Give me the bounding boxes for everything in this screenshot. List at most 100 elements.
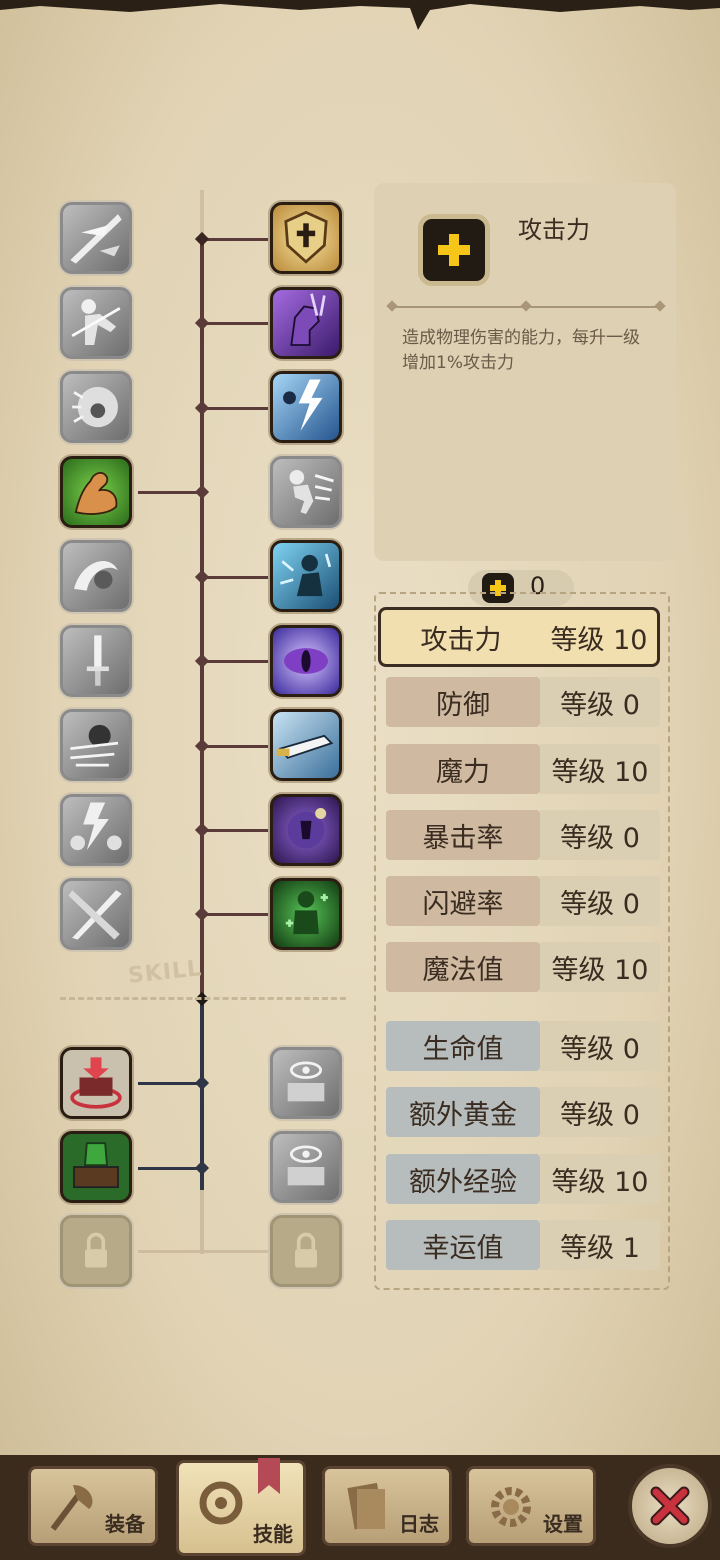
skill-description: 造成物理伤害的能力，每升一级增加1%攻击力 (402, 328, 640, 373)
stat-row-dodge-rate[interactable]: 闪避率 等级 0 (386, 876, 660, 926)
stat-level: 等级 0 (540, 1021, 660, 1071)
stat-level: 等级 0 (540, 1087, 660, 1137)
branch-faded (138, 1250, 270, 1253)
info-divider (386, 300, 666, 312)
stat-row-defense[interactable]: 防御 等级 0 (386, 677, 660, 727)
skill-divider (60, 997, 346, 1000)
branch (202, 745, 270, 748)
tree-trunk-top-stub (200, 190, 204, 236)
dagger-skill-icon[interactable] (60, 625, 132, 697)
stat-row-mana[interactable]: 魔法值 等级 10 (386, 942, 660, 992)
stat-level: 等级 10 (540, 1154, 660, 1204)
tree-node (194, 1075, 210, 1091)
lightning-skill-icon[interactable] (270, 371, 342, 443)
scream-skill-icon[interactable] (60, 371, 132, 443)
stat-level: 等级 1 (540, 1220, 660, 1270)
branch (202, 660, 270, 663)
tree-trunk-upper (200, 236, 204, 1000)
holy-shield-skill-icon[interactable] (270, 202, 342, 274)
stat-row-crit-rate[interactable]: 暴击率 等级 0 (386, 810, 660, 860)
tree-node (194, 822, 210, 838)
tree-node (194, 906, 210, 922)
eye-chest-skill-icon[interactable] (270, 1131, 342, 1203)
plus-icon (418, 214, 490, 286)
stat-row-attack[interactable]: 攻击力 等级 10 (378, 607, 660, 667)
frost-skill-icon[interactable] (270, 540, 342, 612)
branch (202, 322, 270, 325)
evil-eye-skill-icon[interactable] (270, 625, 342, 697)
tree-node (194, 653, 210, 669)
tree-node (194, 569, 210, 585)
branch (202, 913, 270, 916)
skill-title: 攻击力 (518, 216, 590, 244)
muscle-arm-skill-icon[interactable] (60, 456, 132, 528)
stat-level: 等级 0 (540, 677, 660, 727)
tree-node (194, 315, 210, 331)
red-chest-skill-icon[interactable] (60, 1047, 132, 1119)
stat-level: 等级 0 (540, 876, 660, 926)
skill-section-label: SKILL (126, 956, 204, 989)
stat-row-luck[interactable]: 幸运值 等级 1 (386, 1220, 660, 1270)
branch (202, 407, 270, 410)
stat-row-magic[interactable]: 魔力 等级 10 (386, 744, 660, 794)
nav-log-label: 日志 (399, 1512, 439, 1536)
tree-trunk-faded (200, 1190, 204, 1254)
branch (138, 1082, 202, 1085)
stat-name: 额外黄金 (386, 1087, 540, 1137)
stat-name: 闪避率 (386, 876, 540, 926)
eye-chest-skill-icon[interactable] (270, 1047, 342, 1119)
tree-node (194, 400, 210, 416)
nav-skills-button[interactable]: 技能 (176, 1460, 306, 1556)
stat-name: 幸运值 (386, 1220, 540, 1270)
branch (202, 829, 270, 832)
journal-icon (347, 1482, 385, 1530)
kick-skill-icon[interactable] (60, 287, 132, 359)
stat-row-extra-gold[interactable]: 额外黄金 等级 0 (386, 1087, 660, 1137)
gear-icon (491, 1487, 531, 1527)
stat-level: 等级 10 (540, 744, 660, 794)
stat-row-hp[interactable]: 生命值 等级 0 (386, 1021, 660, 1071)
slash-skill-icon[interactable] (60, 202, 132, 274)
stat-name: 魔力 (386, 744, 540, 794)
locked-icon[interactable] (60, 1215, 132, 1287)
tree-node (194, 1160, 210, 1176)
tree-node (194, 484, 210, 500)
stat-row-extra-exp[interactable]: 额外经验 等级 10 (386, 1154, 660, 1204)
nav-skills-label: 技能 (253, 1522, 293, 1546)
stat-name: 额外经验 (386, 1154, 540, 1204)
stat-name: 攻击力 (378, 607, 541, 667)
close-button[interactable] (628, 1464, 712, 1548)
nav-log-button[interactable]: 日志 (322, 1466, 452, 1546)
nav-settings-label: 设置 (543, 1512, 583, 1536)
branch (138, 491, 202, 494)
torn-paper-edge (0, 0, 720, 30)
nav-settings-button[interactable]: 设置 (466, 1466, 596, 1546)
locked-icon[interactable] (270, 1215, 342, 1287)
crossed-swords-skill-icon[interactable] (60, 878, 132, 950)
tree-node (194, 231, 210, 247)
stat-level: 等级 10 (541, 607, 660, 667)
purple-fist-skill-icon[interactable] (270, 287, 342, 359)
skill-gear-icon (199, 1481, 243, 1525)
axe-icon (50, 1485, 93, 1531)
clover-skill-icon[interactable] (270, 878, 342, 950)
branch (202, 238, 270, 241)
sprint-skill-icon[interactable] (270, 456, 342, 528)
green-chest-skill-icon[interactable] (60, 1131, 132, 1203)
storm-skill-icon[interactable] (60, 794, 132, 866)
dark-orb-skill-icon[interactable] (270, 794, 342, 866)
stat-name: 防御 (386, 677, 540, 727)
stat-name: 暴击率 (386, 810, 540, 860)
dash-skill-icon[interactable] (60, 709, 132, 781)
sword-slash-skill-icon[interactable] (270, 709, 342, 781)
stat-name: 生命值 (386, 1021, 540, 1071)
swirl-skill-icon[interactable] (60, 540, 132, 612)
branch (202, 576, 270, 579)
nav-equipment-label: 装备 (105, 1512, 145, 1536)
stat-level: 等级 10 (540, 942, 660, 992)
nav-equipment-button[interactable]: 装备 (28, 1466, 158, 1546)
stat-name: 魔法值 (386, 942, 540, 992)
stat-level: 等级 0 (540, 810, 660, 860)
branch (138, 1167, 202, 1170)
tree-node (194, 738, 210, 754)
